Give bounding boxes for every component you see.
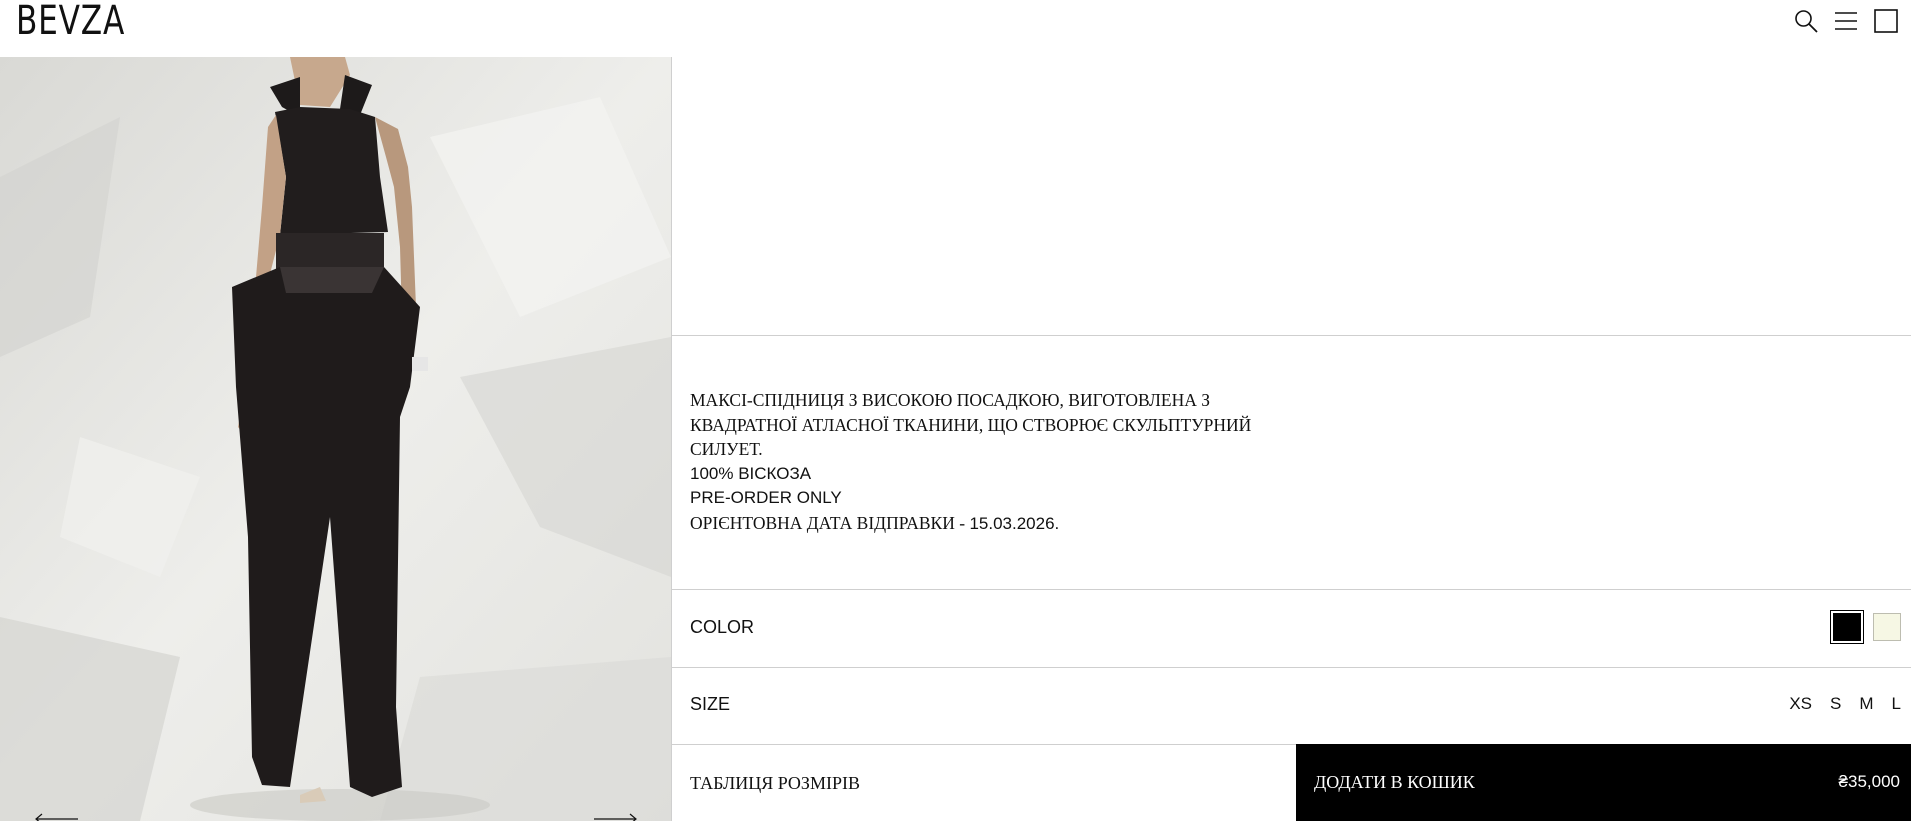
product-description: МАКСІ-СПІДНИЦЯ З ВИСОКОЮ ПОСАДКОЮ, ВИГОТ… — [690, 388, 1290, 536]
product-info-panel: МАКСІ-СПІДНИЦЯ З ВИСОКОЮ ПОСАДКОЮ, ВИГОТ… — [671, 57, 1911, 821]
shipping-label: ОРІЄНТОВНА ДАТА ВІДПРАВКИ - — [690, 512, 970, 533]
size-chart-link[interactable]: ТАБЛИЦЯ РОЗМІРІВ — [690, 773, 860, 794]
arrow-right-icon — [594, 813, 637, 821]
color-swatches — [1830, 610, 1901, 644]
add-to-cart-label: ДОДАТИ В КОШИК — [1314, 772, 1475, 792]
color-swatch-black[interactable] — [1830, 610, 1864, 644]
color-label: COLOR — [690, 617, 755, 637]
arrow-left-icon — [35, 813, 78, 821]
composition-percent: 100% ВІСКОЗА — [690, 463, 812, 483]
shipping-info: ОРІЄНТОВНА ДАТА ВІДПРАВКИ - 15.03.2026. — [690, 511, 1290, 537]
description-line-1: МАКСІ-СПІДНИЦЯ З ВИСОКОЮ ПОСАДКОЮ, ВИГОТ… — [690, 390, 1210, 410]
gallery-prev-button[interactable] — [34, 809, 80, 821]
cart-icon[interactable] — [1871, 8, 1901, 34]
size-option-l[interactable]: L — [1892, 694, 1901, 714]
search-icon[interactable] — [1791, 8, 1821, 34]
size-label: SIZE — [690, 694, 731, 714]
size-options: XS S M L — [1789, 694, 1901, 714]
divider — [672, 589, 1911, 590]
header-icons — [1791, 8, 1901, 34]
product-price: ₴35,000 — [1838, 772, 1900, 791]
color-swatch-cream[interactable] — [1873, 613, 1901, 641]
divider — [672, 335, 1911, 336]
divider — [672, 667, 1911, 668]
site-header: BEVZA — [0, 0, 1911, 57]
description-line-2: КВАДРАТНОЇ АТЛАСНОЇ ТКАНИНИ, ЩО СТВОРЮЄ … — [690, 414, 1252, 435]
product-gallery[interactable] — [0, 57, 671, 821]
shipping-date: 15.03.2026. — [969, 513, 1060, 533]
gallery-next-button[interactable] — [592, 809, 638, 821]
composition-text: 100% ВІСКОЗА — [690, 462, 1290, 487]
product-photo — [0, 57, 671, 821]
menu-icon[interactable] — [1831, 8, 1861, 34]
size-option-s[interactable]: S — [1830, 694, 1841, 714]
add-to-cart-button[interactable]: ДОДАТИ В КОШИК ₴35,000 — [1296, 744, 1911, 821]
brand-logo[interactable]: BEVZA — [16, 1, 125, 41]
size-option-xs[interactable]: XS — [1789, 694, 1812, 714]
preorder-text: PRE-ORDER ONLY — [690, 488, 842, 507]
size-option-m[interactable]: M — [1859, 694, 1873, 714]
description-line-3: СИЛУЕТ. — [690, 439, 763, 459]
